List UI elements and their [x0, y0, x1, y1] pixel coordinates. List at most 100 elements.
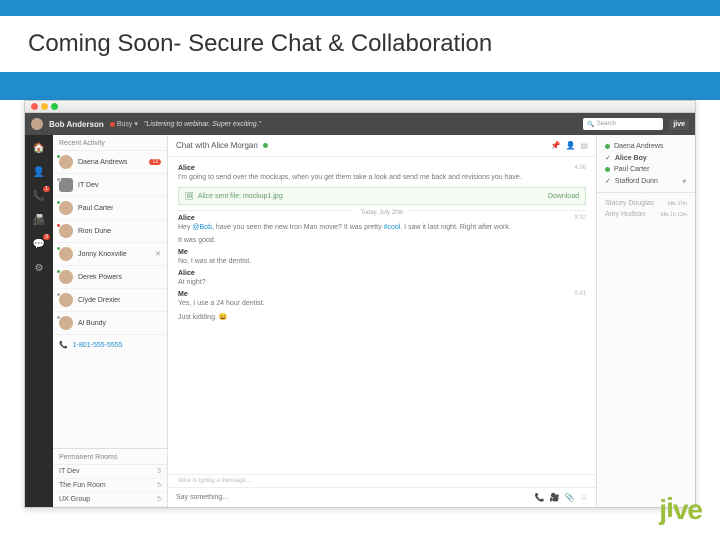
idle-time: Idle 37m: [668, 201, 687, 207]
chat-header: Chat with Alice Morgan 📌 👤 ▤: [168, 135, 596, 157]
presence-dot-icon: [56, 269, 61, 274]
phone-icon[interactable]: 📞1: [32, 189, 46, 203]
presence-row[interactable]: ✓ Alice Boy: [605, 152, 687, 164]
user-status[interactable]: Busy ▾: [110, 120, 138, 128]
message-text: Hey: [178, 224, 192, 231]
window-minimize-button[interactable]: [41, 103, 48, 110]
download-link[interactable]: Download: [548, 193, 579, 200]
presence-row[interactable]: Paul Carter: [605, 164, 687, 175]
presence-dot-icon: [56, 315, 61, 320]
user-name[interactable]: Bob Anderson: [49, 120, 104, 129]
header-accent-bottom: [0, 72, 720, 100]
presence-dot-icon: [56, 154, 61, 159]
phone-handset-icon: 📞: [59, 341, 68, 349]
contact-row[interactable]: Derek Powers: [53, 266, 167, 289]
contact-name: Daena Andrews: [78, 159, 127, 166]
presence-name: Paul Carter: [614, 166, 649, 173]
room-row[interactable]: The Fun Room 5: [53, 479, 167, 493]
attach-icon[interactable]: 📎: [565, 493, 575, 502]
message-body: Hey @Bob, have you seen the new Iron Man…: [178, 223, 586, 232]
contact-row[interactable]: Jonny Knoxville ✕: [53, 243, 167, 266]
more-icon[interactable]: ▤: [580, 141, 588, 150]
window-zoom-button[interactable]: [51, 103, 58, 110]
brand-logo-small: jive: [669, 119, 689, 130]
room-row[interactable]: UX Group 5: [53, 493, 167, 507]
presence-dot-icon: [605, 167, 610, 172]
contact-name: Derek Powers: [78, 274, 122, 281]
presence-dot-icon: [263, 143, 268, 148]
message-body: Just kidding. 😄: [178, 313, 586, 322]
recent-activity-header: Recent Activity: [53, 135, 167, 151]
close-icon[interactable]: ✕: [155, 250, 161, 258]
search-input[interactable]: 🔍 Search: [583, 118, 663, 130]
chat-title: Chat with Alice Morgan: [176, 141, 258, 150]
presence-row-away[interactable]: Amy HudsonIdle 1h 13m: [605, 209, 687, 220]
title-band: Coming Soon- Secure Chat & Collaboration: [0, 16, 720, 72]
search-placeholder: Search: [597, 121, 616, 127]
mac-titlebar: [25, 101, 695, 113]
message-body: At night?: [178, 278, 586, 287]
compose-input[interactable]: [176, 494, 529, 501]
message-time: 9:32: [574, 215, 586, 221]
room-row[interactable]: IT Dev 3: [53, 465, 167, 479]
presence-dot-icon: [56, 200, 61, 205]
chat-icon[interactable]: 💬3: [32, 237, 46, 251]
voicemail-icon[interactable]: 📠: [32, 213, 46, 227]
window-close-button[interactable]: [31, 103, 38, 110]
mention[interactable]: @Bob: [192, 224, 212, 231]
presence-dot-icon: [56, 246, 61, 251]
emoji-icon[interactable]: ☺: [580, 493, 588, 502]
message: It was good.: [178, 236, 586, 245]
star-icon[interactable]: ★: [682, 178, 687, 185]
room-name: UX Group: [59, 496, 90, 503]
contact-row[interactable]: Clyde Drexler: [53, 289, 167, 312]
room-name: IT Dev: [59, 468, 80, 475]
presence-dot-icon: [56, 223, 61, 228]
contact-row[interactable]: Al Bundy: [53, 312, 167, 335]
contact-avatar: [59, 224, 73, 238]
contact-name: Al Bundy: [78, 320, 106, 327]
contact-avatar: [59, 316, 73, 330]
nav-rail: 🏠 👤 📞1 📠 💬3 ⚙: [25, 135, 53, 507]
presence-dot-icon: [605, 144, 610, 149]
hashtag[interactable]: #cool: [384, 224, 401, 231]
busy-dot-icon: [110, 122, 115, 127]
slide-header: Coming Soon- Secure Chat & Collaboration: [0, 0, 720, 100]
contact-row[interactable]: IT Dev: [53, 174, 167, 197]
video-icon[interactable]: 🎥: [550, 493, 560, 502]
presence-row[interactable]: ✓Stafford Dunn★: [605, 175, 687, 187]
idle-time: Idle 1h 13m: [661, 212, 687, 218]
contacts-icon[interactable]: 👤: [32, 165, 46, 179]
room-count: 5: [157, 496, 161, 503]
permanent-rooms-header: Permanent Rooms: [53, 448, 167, 465]
chat-app-window: Bob Anderson Busy ▾ "Listening to webina…: [24, 100, 696, 508]
message: Me No, I was at the dentist.: [178, 249, 586, 266]
user-avatar[interactable]: [31, 118, 43, 130]
chat-header-actions: 📌 👤 ▤: [551, 141, 589, 150]
file-attachment[interactable]: 🖼 Alice sent file: mockup1.jpg Download: [178, 187, 586, 205]
check-icon: ✓: [605, 154, 611, 162]
contact-avatar: [59, 247, 73, 261]
presence-name: Alice Boy: [615, 155, 647, 162]
message-time: 4:56: [574, 165, 586, 171]
contact-name: Clyde Drexler: [78, 297, 120, 304]
add-user-icon[interactable]: 👤: [565, 141, 575, 150]
room-name: The Fun Room: [59, 482, 106, 489]
contact-row[interactable]: Daena Andrews 13: [53, 151, 167, 174]
contact-row[interactable]: Rion Dune: [53, 220, 167, 243]
settings-icon[interactable]: ⚙: [32, 261, 46, 275]
presence-row[interactable]: Daena Andrews: [605, 141, 687, 152]
home-icon[interactable]: 🏠: [32, 141, 46, 155]
message-sender: Me: [178, 291, 586, 298]
presence-row-away[interactable]: Stacey DouglasIdle 37m: [605, 198, 687, 209]
call-icon[interactable]: 📞: [535, 493, 545, 502]
pin-icon[interactable]: 📌: [551, 141, 561, 150]
contact-row[interactable]: Paul Carter: [53, 197, 167, 220]
dial-number-row[interactable]: 📞 1-801-555-5555: [53, 335, 167, 355]
contact-name: Paul Carter: [78, 205, 113, 212]
user-status-message[interactable]: "Listening to webinar. Super exciting.": [144, 121, 261, 128]
contact-name: Jonny Knoxville: [78, 251, 127, 258]
room-count: 5: [157, 482, 161, 489]
room-count: 3: [157, 468, 161, 475]
presence-name: Daena Andrews: [614, 143, 663, 150]
